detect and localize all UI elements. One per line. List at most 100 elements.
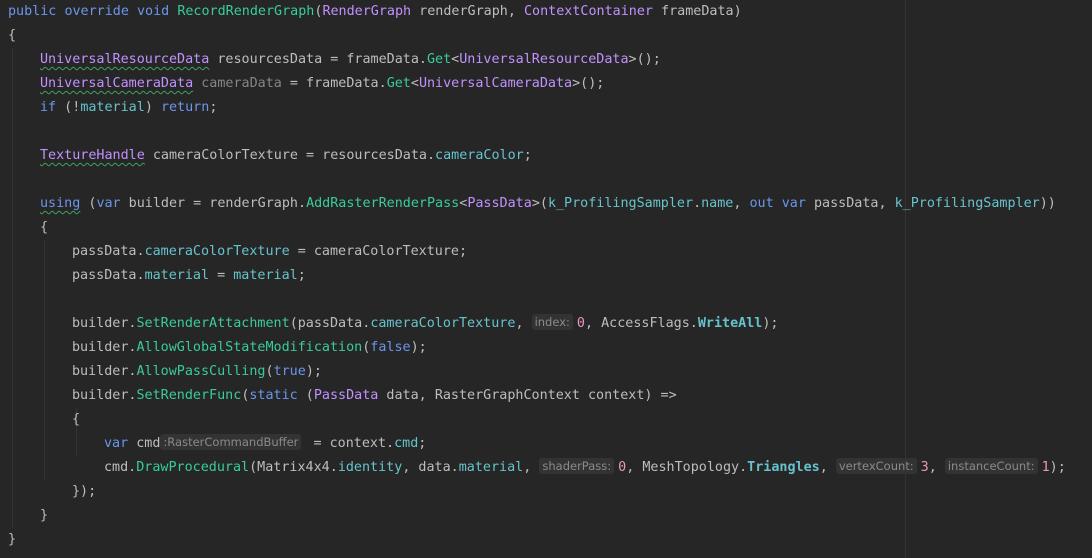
code-token: , MeshTopology.	[626, 460, 748, 475]
code-token: passData.	[72, 244, 145, 259]
code-line-17[interactable]: builder.SetRenderFunc(static (PassData d…	[72, 384, 677, 408]
code-token: , AccessFlags.	[584, 316, 698, 331]
code-token: UniversalResourceData	[40, 52, 210, 67]
code-token: cameraColorTexture	[370, 316, 516, 331]
code-token: ,	[523, 460, 540, 475]
code-token: (	[265, 364, 274, 379]
code-token: PassData	[313, 388, 379, 403]
code-token: {	[72, 412, 81, 427]
code-token: builder.	[72, 316, 137, 331]
code-token: UniversalResourceData	[459, 52, 629, 67]
indent-guide-line	[44, 240, 45, 480]
code-token: passData,	[805, 196, 895, 211]
code-token: >();	[628, 52, 661, 67]
code-token: Triangles	[747, 460, 820, 475]
code-token: false	[370, 340, 411, 355]
code-token: Get	[386, 76, 411, 91]
code-line-20[interactable]: cmd.DrawProcedural(Matrix4x4.identity, d…	[104, 456, 1066, 480]
code-token: PassData	[467, 196, 532, 211]
code-token: ;	[297, 268, 306, 283]
code-line-2[interactable]: {	[8, 24, 16, 48]
code-line-10[interactable]: {	[40, 216, 48, 240]
code-token: UniversalCameraData	[418, 76, 573, 91]
code-line-5[interactable]: if (!material) return;	[40, 96, 217, 120]
code-token: passData.	[72, 268, 145, 283]
code-token: .	[693, 196, 702, 211]
code-line-9[interactable]: using (var builder = renderGraph.AddRast…	[40, 192, 1056, 216]
code-token: context) =>	[579, 388, 677, 403]
code-token: (	[80, 196, 97, 211]
code-token: cameraColor	[435, 148, 524, 163]
code-token: >();	[572, 76, 605, 91]
code-token: RenderGraph	[322, 4, 412, 19]
code-token: UniversalCameraData	[40, 76, 194, 91]
parameter-hint: instanceCount:	[944, 458, 1038, 474]
code-token: }	[8, 532, 17, 547]
code-line-23[interactable]: }	[8, 528, 16, 552]
code-token: (passData.	[289, 316, 371, 331]
code-token: RasterGraphContext	[434, 388, 580, 403]
code-line-14[interactable]: builder.SetRenderAttachment(passData.cam…	[72, 312, 778, 336]
code-token: var	[104, 436, 129, 451]
code-token: material	[80, 100, 145, 115]
code-token: {	[40, 220, 49, 235]
code-token: );	[762, 316, 779, 331]
code-token: void	[137, 4, 170, 19]
code-token: ,	[819, 460, 836, 475]
code-token: cameraColorTexture = resourcesData.	[144, 148, 436, 163]
code-token: builder.	[72, 340, 137, 355]
code-token: );	[1049, 460, 1066, 475]
code-token: AllowGlobalStateModification	[136, 340, 363, 355]
code-token: 0	[618, 460, 627, 475]
code-token: 1	[1041, 460, 1050, 475]
code-editor[interactable]: public override void RecordRenderGraph (R…	[0, 0, 1092, 558]
code-token: WriteAll	[697, 316, 763, 331]
code-token: = cameraColorTexture;	[289, 244, 468, 259]
code-token: = context.	[305, 436, 395, 451]
code-token: cmd	[394, 436, 419, 451]
code-line-21[interactable]: });	[72, 480, 96, 504]
code-token: resourcesData = frameData.	[209, 52, 427, 67]
code-token: true	[273, 364, 306, 379]
code-line-4[interactable]: UniversalCameraData cameraData = frameDa…	[40, 72, 604, 96]
code-token: return	[160, 100, 210, 115]
parameter-hint: index:	[531, 314, 573, 330]
code-token: RecordRenderGraph	[177, 4, 315, 19]
code-line-19[interactable]: var cmd:RasterCommandBuffer = context.cm…	[104, 432, 426, 456]
code-token: material	[144, 268, 210, 283]
code-token: {	[8, 28, 17, 43]
code-token: ;	[209, 100, 218, 115]
code-token: =	[209, 268, 234, 283]
code-line-1[interactable]: public override void RecordRenderGraph(R…	[8, 0, 742, 24]
code-token: material	[233, 268, 298, 283]
code-token: 0	[576, 316, 585, 331]
code-token: ContextContainer	[524, 4, 653, 19]
code-token: TextureHandle	[40, 148, 145, 163]
code-token: builder = renderGraph.	[120, 196, 307, 211]
code-token: identity	[337, 460, 403, 475]
code-token: static	[249, 388, 298, 403]
code-token: renderGraph,	[411, 4, 524, 19]
code-token: k_ProfilingSampler	[894, 196, 1040, 211]
code-token: SetRenderAttachment	[136, 316, 290, 331]
code-token: (!	[56, 100, 81, 115]
code-line-12[interactable]: passData.material = material;	[72, 264, 306, 288]
code-token: frameData)	[653, 4, 742, 19]
code-token: builder.	[72, 364, 137, 379]
code-token: ,	[515, 316, 532, 331]
code-line-3[interactable]: UniversalResourceData resourcesData = fr…	[40, 48, 661, 72]
code-token: ;	[523, 148, 532, 163]
code-token: out	[749, 196, 774, 211]
parameter-hint: :RasterCommandBuffer	[160, 434, 302, 450]
code-line-7[interactable]: TextureHandle cameraColorTexture = resou…	[40, 144, 532, 168]
parameter-hint: vertexCount:	[835, 458, 917, 474]
code-line-11[interactable]: passData.cameraColorTexture = cameraColo…	[72, 240, 467, 264]
code-line-18[interactable]: {	[72, 408, 80, 432]
code-token: if	[40, 100, 57, 115]
code-line-22[interactable]: }	[40, 504, 48, 528]
code-token: ;	[418, 436, 427, 451]
code-token: AllowPassCulling	[136, 364, 266, 379]
code-line-15[interactable]: builder.AllowGlobalStateModification(fal…	[72, 336, 427, 360]
code-line-16[interactable]: builder.AllowPassCulling(true);	[72, 360, 322, 384]
